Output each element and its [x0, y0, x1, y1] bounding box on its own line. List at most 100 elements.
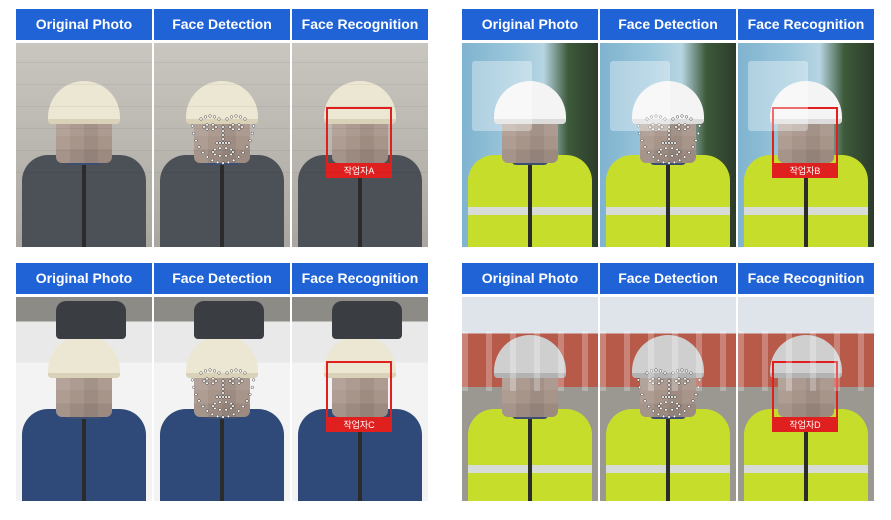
- blurred-face: [56, 109, 112, 163]
- worker-body: [160, 155, 284, 247]
- landmark-dot: [214, 125, 218, 129]
- header-original-photo: Original Photo: [462, 9, 598, 40]
- hard-hat: [494, 81, 566, 124]
- landmark-dot: [215, 141, 219, 145]
- jacket-zip: [220, 417, 224, 501]
- comparison-group-1: Original Photo Face Detection Face Recog…: [16, 9, 428, 247]
- worker-body: [22, 155, 146, 247]
- worker-id-label: 작업자C: [326, 419, 392, 432]
- landmark-dot: [651, 123, 655, 127]
- worker-id-label: 작업자B: [772, 165, 838, 178]
- header-face-detection: Face Detection: [154, 263, 290, 294]
- header-face-recognition: Face Recognition: [738, 263, 874, 294]
- landmark-dot: [683, 377, 687, 381]
- worker-body: [606, 155, 730, 247]
- worker-body: [468, 409, 592, 501]
- landmark-dot: [660, 125, 664, 129]
- column-original: Original Photo: [16, 263, 152, 501]
- detection-photo: [154, 43, 290, 247]
- column-original: Original Photo: [462, 263, 598, 501]
- blurred-face: [332, 109, 388, 163]
- landmark-dot: [677, 377, 681, 381]
- landmark-dot: [192, 131, 196, 135]
- landmark-dot: [221, 141, 225, 145]
- hard-hat: [324, 81, 396, 124]
- landmark-dot: [211, 150, 215, 154]
- comparison-group-2: Original Photo Face Detection Face Recog…: [462, 9, 874, 247]
- header-face-detection: Face Detection: [154, 9, 290, 40]
- landmark-dot: [205, 127, 209, 131]
- landmark-dot: [237, 155, 241, 159]
- landmark-dot: [218, 146, 222, 150]
- column-original: Original Photo: [16, 9, 152, 247]
- detection-photo: [600, 43, 736, 247]
- landmark-dot: [663, 117, 667, 121]
- landmark-dot: [213, 152, 217, 156]
- landmark-dot: [240, 125, 244, 129]
- landmark-dot: [199, 117, 203, 121]
- neck-scarf: [342, 139, 378, 165]
- landmark-dot: [676, 369, 680, 373]
- neck-scarf: [66, 139, 102, 165]
- landmark-dot: [636, 124, 640, 128]
- landmark-dot: [228, 125, 232, 129]
- face-recognition-comparison-grid: Original Photo Face Detection Face Recog…: [0, 0, 891, 520]
- jacket-zip: [220, 163, 224, 247]
- recognition-box: [326, 361, 392, 419]
- recognition-photo: 작업자A: [292, 43, 428, 247]
- landmark-dot: [650, 369, 654, 373]
- landmark-dot: [680, 368, 684, 372]
- landmark-dot: [205, 123, 209, 127]
- landmark-dot: [645, 117, 649, 121]
- landmark-dot: [663, 371, 667, 375]
- landmark-dot: [224, 146, 228, 150]
- landmark-dot: [202, 125, 206, 129]
- original-photo: [16, 297, 152, 501]
- landmark-dot: [648, 125, 652, 129]
- landmark-dot: [667, 125, 671, 129]
- landmark-dot: [650, 115, 654, 119]
- landmark-dot: [657, 123, 661, 127]
- landmark-dot: [197, 145, 201, 149]
- column-recognition: Face Recognition 작업자D: [738, 263, 874, 501]
- worker-body: [298, 155, 422, 247]
- landmark-dot: [698, 124, 702, 128]
- landmark-dot: [201, 151, 205, 155]
- landmark-dot: [226, 160, 230, 164]
- landmark-dot: [213, 148, 217, 152]
- landmark-dot: [227, 141, 231, 145]
- hard-hat: [770, 335, 842, 378]
- blurred-face: [640, 363, 696, 417]
- column-recognition: Face Recognition 작업자C: [292, 263, 428, 501]
- landmark-dot: [232, 158, 236, 162]
- landmark-dot: [237, 127, 241, 131]
- header-original-photo: Original Photo: [16, 9, 152, 40]
- landmark-dot: [230, 115, 234, 119]
- landmark-dot: [250, 131, 254, 135]
- landmark-dot: [689, 371, 693, 375]
- landmark-dot: [659, 115, 663, 119]
- landmark-dot: [648, 379, 652, 383]
- landmark-dot: [685, 369, 689, 373]
- header-face-detection: Face Detection: [600, 263, 736, 294]
- column-detection: Face Detection: [154, 9, 290, 247]
- recognition-photo: 작업자C: [292, 297, 428, 501]
- landmark-dot: [213, 115, 217, 119]
- recognition-photo: 작업자D: [738, 297, 874, 501]
- landmark-dot: [243, 117, 247, 121]
- landmark-dot: [683, 381, 687, 385]
- landmark-dot: [659, 369, 663, 373]
- blurred-face: [502, 363, 558, 417]
- landmark-dot: [208, 114, 212, 118]
- landmark-dot: [237, 123, 241, 127]
- vest-zip: [666, 417, 670, 501]
- landmark-dot: [224, 141, 228, 145]
- header-face-detection: Face Detection: [600, 9, 736, 40]
- worker-id-label: 작업자D: [772, 419, 838, 432]
- landmark-dot: [231, 123, 235, 127]
- landmark-dot: [221, 129, 225, 133]
- landmark-dot: [651, 127, 655, 131]
- landmark-dot: [651, 377, 655, 381]
- comparison-group-3: Original Photo Face Detection Face Recog…: [16, 263, 428, 501]
- column-detection: Face Detection: [600, 263, 736, 501]
